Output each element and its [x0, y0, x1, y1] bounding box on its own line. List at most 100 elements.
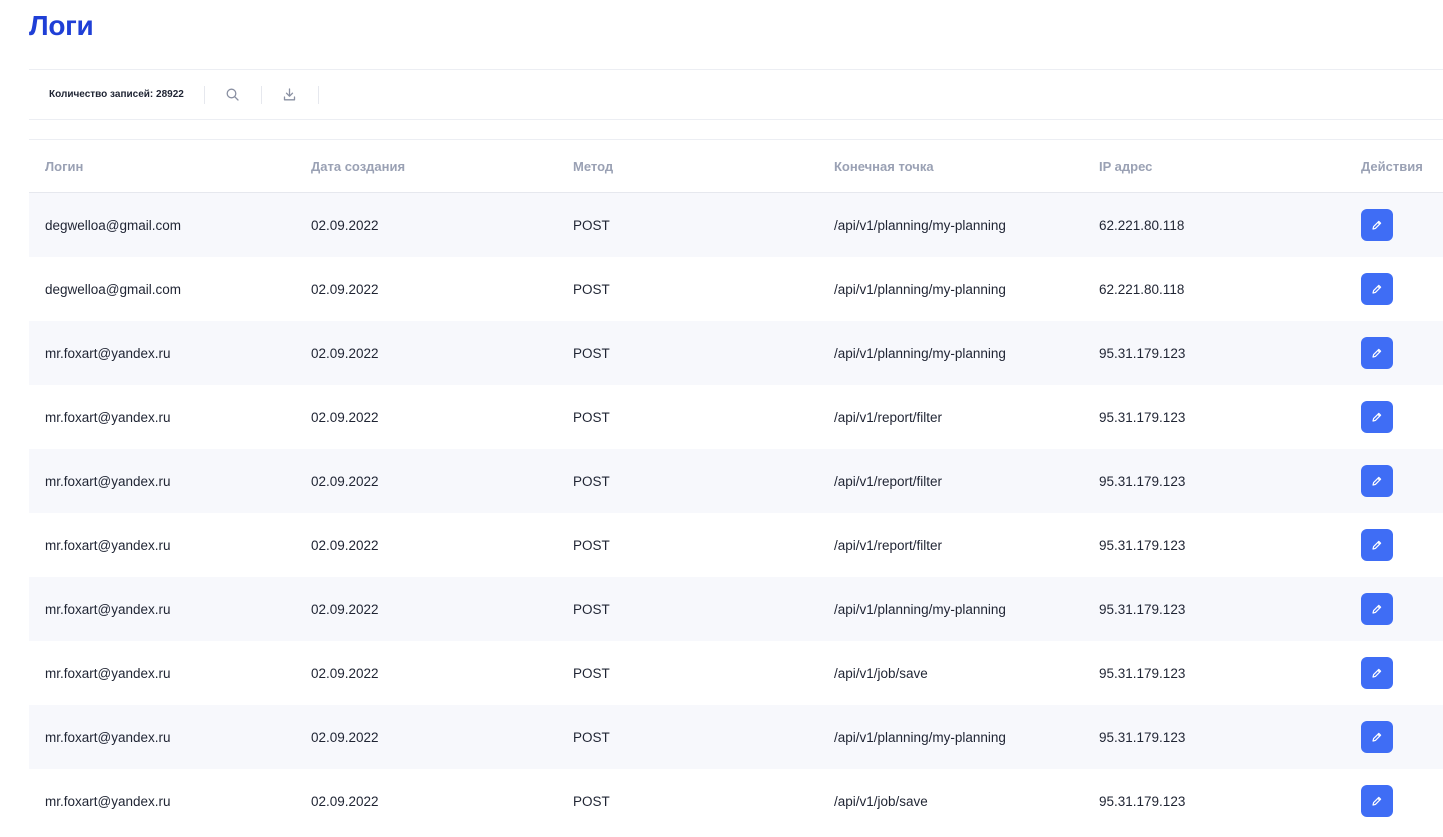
cell-ip: 95.31.179.123: [1099, 537, 1186, 553]
cell-date: 02.09.2022: [311, 729, 379, 745]
cell-method: POST: [573, 345, 610, 361]
cell-method: POST: [573, 665, 610, 681]
cell-endpoint: /api/v1/planning/my-planning: [834, 345, 1006, 361]
cell-login: mr.foxart@yandex.ru: [45, 793, 171, 809]
cell-login: degwelloa@gmail.com: [45, 217, 182, 233]
pencil-icon: [1372, 348, 1382, 358]
table-body: degwelloa@gmail.com 02.09.2022 POST/api/v1…: [29, 193, 1443, 833]
pencil-icon: [1372, 540, 1382, 550]
table-row: mr.foxart@yandex.ru 02.09.2022 POST/api/v1…: [29, 705, 1443, 769]
cell-login: mr.foxart@yandex.ru: [45, 409, 171, 425]
cell-login: mr.foxart@yandex.ru: [45, 665, 171, 681]
edit-button[interactable]: [1361, 209, 1393, 241]
table-row: mr.foxart@yandex.ru 02.09.2022 POST/api/v1…: [29, 641, 1443, 705]
cell-login: mr.foxart@yandex.ru: [45, 345, 171, 361]
cell-login: mr.foxart@yandex.ru: [45, 729, 171, 745]
cell-actions: [1345, 785, 1443, 817]
cell-method: POST: [573, 473, 610, 489]
column-header-ip[interactable]: IP адрес: [1083, 159, 1345, 174]
cell-endpoint: /api/v1/job/save: [834, 793, 928, 809]
page-title: Логи: [29, 10, 94, 41]
cell-actions: [1345, 209, 1443, 241]
pencil-icon: [1372, 412, 1382, 422]
cell-actions: [1345, 593, 1443, 625]
download-icon: [284, 88, 296, 101]
cell-date: 02.09.2022: [311, 665, 379, 681]
cell-endpoint: /api/v1/report/filter: [834, 409, 943, 425]
edit-button[interactable]: [1361, 465, 1393, 497]
edit-button[interactable]: [1361, 657, 1393, 689]
cell-method: POST: [573, 601, 610, 617]
cell-method: POST: [573, 537, 610, 553]
column-header-actions: Действия: [1361, 158, 1423, 174]
cell-ip: 95.31.179.123: [1099, 729, 1186, 745]
cell-date: 02.09.2022: [311, 473, 379, 489]
table-row: mr.foxart@yandex.ru 02.09.2022 POST/api/v1…: [29, 385, 1443, 449]
cell-endpoint: /api/v1/planning/my-planning: [834, 601, 1006, 617]
edit-button[interactable]: [1361, 785, 1393, 817]
cell-actions: [1345, 401, 1443, 433]
cell-date: 02.09.2022: [311, 601, 379, 617]
cell-actions: [1345, 529, 1443, 561]
cell-date: 02.09.2022: [311, 793, 379, 809]
cell-actions: [1345, 465, 1443, 497]
cell-actions: [1345, 657, 1443, 689]
search-button[interactable]: [205, 85, 262, 104]
logs-page: Логи Количество записей: 28922 Логин Дат…: [0, 0, 1443, 837]
cell-login: degwelloa@gmail.com: [45, 281, 182, 297]
cell-ip: 95.31.179.123: [1099, 345, 1186, 361]
pencil-icon: [1372, 796, 1382, 806]
cell-date: 02.09.2022: [311, 281, 379, 297]
cell-ip: 95.31.179.123: [1099, 665, 1186, 681]
cell-ip: 95.31.179.123: [1099, 473, 1186, 489]
cell-date: 02.09.2022: [311, 345, 379, 361]
download-button[interactable]: [262, 85, 319, 104]
cell-method: POST: [573, 409, 610, 425]
cell-ip: 95.31.179.123: [1099, 409, 1186, 425]
cell-actions: [1345, 273, 1443, 305]
column-header-date[interactable]: Дата создания: [295, 159, 557, 174]
table-row: degwelloa@gmail.com 02.09.2022 POST/api/v1…: [29, 193, 1443, 257]
cell-date: 02.09.2022: [311, 537, 379, 553]
cell-endpoint: /api/v1/planning/my-planning: [834, 281, 1006, 297]
pencil-icon: [1372, 668, 1382, 678]
cell-ip: 62.221.80.118: [1099, 217, 1185, 233]
table-row: mr.foxart@yandex.ru 02.09.2022 POST/api/v1…: [29, 577, 1443, 641]
edit-button[interactable]: [1361, 273, 1393, 305]
cell-ip: 62.221.80.118: [1099, 281, 1185, 297]
table-header: Логин Дата создания Метод Конечная точка…: [29, 140, 1443, 193]
table-row: mr.foxart@yandex.ru 02.09.2022 POST/api/v1…: [29, 449, 1443, 513]
pencil-icon: [1372, 476, 1382, 486]
table-row: mr.foxart@yandex.ru 02.09.2022 POST/api/v1…: [29, 513, 1443, 577]
column-header-login[interactable]: Логин: [29, 159, 295, 174]
cell-endpoint: /api/v1/planning/my-planning: [834, 729, 1006, 745]
cell-login: mr.foxart@yandex.ru: [45, 601, 171, 617]
cell-date: 02.09.2022: [311, 409, 379, 425]
search-icon: [226, 88, 239, 101]
cell-date: 02.09.2022: [311, 217, 379, 233]
cell-ip: 95.31.179.123: [1099, 793, 1186, 809]
cell-ip: 95.31.179.123: [1099, 601, 1186, 617]
cell-method: POST: [573, 793, 610, 809]
cell-actions: [1345, 337, 1443, 369]
cell-endpoint: /api/v1/report/filter: [834, 537, 943, 553]
logs-table: Логин Дата создания Метод Конечная точка…: [29, 139, 1443, 833]
edit-button[interactable]: [1361, 593, 1393, 625]
cell-actions: [1345, 721, 1443, 753]
cell-method: POST: [573, 217, 610, 233]
table-row: mr.foxart@yandex.ru 02.09.2022 POST/api/v1…: [29, 321, 1443, 385]
edit-button[interactable]: [1361, 337, 1393, 369]
records-count: Количество записей: 28922: [29, 85, 205, 104]
edit-button[interactable]: [1361, 401, 1393, 433]
edit-button[interactable]: [1361, 529, 1393, 561]
edit-button[interactable]: [1361, 721, 1393, 753]
cell-method: POST: [573, 729, 610, 745]
pencil-icon: [1372, 220, 1382, 230]
toolbar: Количество записей: 28922: [29, 69, 1443, 120]
pencil-icon: [1372, 284, 1382, 294]
cell-endpoint: /api/v1/report/filter: [834, 473, 943, 489]
pencil-icon: [1372, 732, 1382, 742]
cell-login: mr.foxart@yandex.ru: [45, 473, 171, 489]
column-header-endpoint[interactable]: Конечная точка: [818, 159, 1083, 174]
column-header-method[interactable]: Метод: [557, 159, 818, 174]
